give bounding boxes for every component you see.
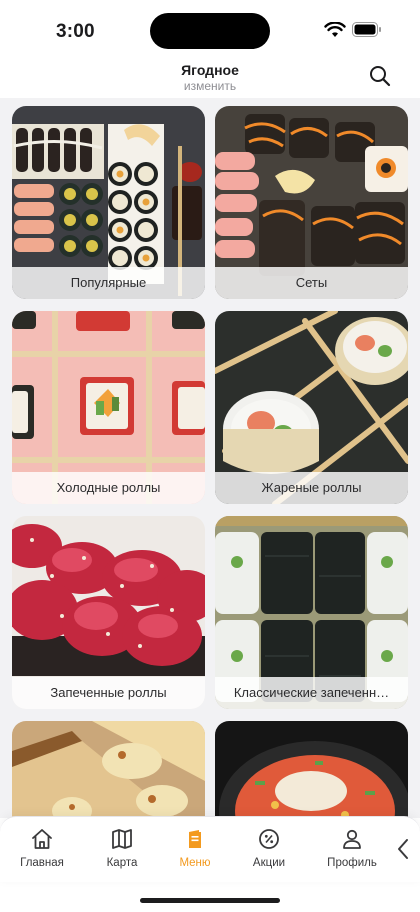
- category-card-fried-rolls[interactable]: Жареные роллы: [215, 311, 408, 504]
- tab-home[interactable]: Главная: [10, 827, 74, 877]
- change-location-link[interactable]: изменить: [0, 79, 420, 93]
- category-label: Холодные роллы: [12, 472, 205, 504]
- category-card-poke[interactable]: [215, 721, 408, 818]
- tab-label: Профиль: [327, 857, 377, 869]
- header: Ягодное изменить: [0, 56, 420, 100]
- category-label: Популярные: [12, 267, 205, 299]
- search-icon[interactable]: [368, 64, 392, 88]
- category-card-popular[interactable]: Популярные: [12, 106, 205, 299]
- tab-map[interactable]: Карта: [90, 827, 154, 877]
- home-icon: [32, 829, 52, 849]
- menu-icon: [189, 830, 201, 848]
- tab-bar: Главная Карта Меню Акции Профиль: [0, 816, 420, 882]
- chevron-left-icon[interactable]: [396, 837, 410, 861]
- tab-menu[interactable]: Меню: [163, 827, 227, 877]
- tab-promo[interactable]: Акции: [237, 827, 301, 877]
- menu-content: Популярные Сеты Холодные роллы Жареные р…: [0, 98, 420, 818]
- category-card-classic-rolls[interactable]: Классические запеченн…: [215, 516, 408, 709]
- wifi-icon: [324, 22, 346, 37]
- percent-badge-icon: [259, 829, 279, 849]
- category-label: Запеченные роллы: [12, 677, 205, 709]
- category-grid: Популярные Сеты Холодные роллы Жареные р…: [12, 106, 408, 818]
- dynamic-island: [150, 13, 270, 49]
- tab-label: Акции: [252, 857, 286, 869]
- category-label: Классические запеченн…: [215, 677, 408, 709]
- home-indicator: [140, 898, 280, 903]
- category-card-sets[interactable]: Сеты: [215, 106, 408, 299]
- tab-label: Карта: [106, 857, 138, 869]
- tab-profile[interactable]: Профиль: [320, 827, 384, 877]
- category-label: Сеты: [215, 267, 408, 299]
- status-time: 3:00: [56, 21, 95, 42]
- battery-icon: [352, 22, 381, 37]
- profile-icon: [343, 829, 361, 849]
- category-label: Жареные роллы: [215, 472, 408, 504]
- location-title[interactable]: Ягодное: [0, 62, 420, 78]
- tab-label: Меню: [179, 857, 211, 869]
- status-bar: 3:00: [0, 0, 420, 56]
- tab-label: Главная: [20, 857, 64, 869]
- pizza-photo: [12, 721, 205, 818]
- poke-photo: [215, 721, 408, 818]
- category-card-cold-rolls[interactable]: Холодные роллы: [12, 311, 205, 504]
- category-card-baked-rolls[interactable]: Запеченные роллы: [12, 516, 205, 709]
- map-icon: [112, 829, 132, 849]
- category-card-pizza[interactable]: [12, 721, 205, 818]
